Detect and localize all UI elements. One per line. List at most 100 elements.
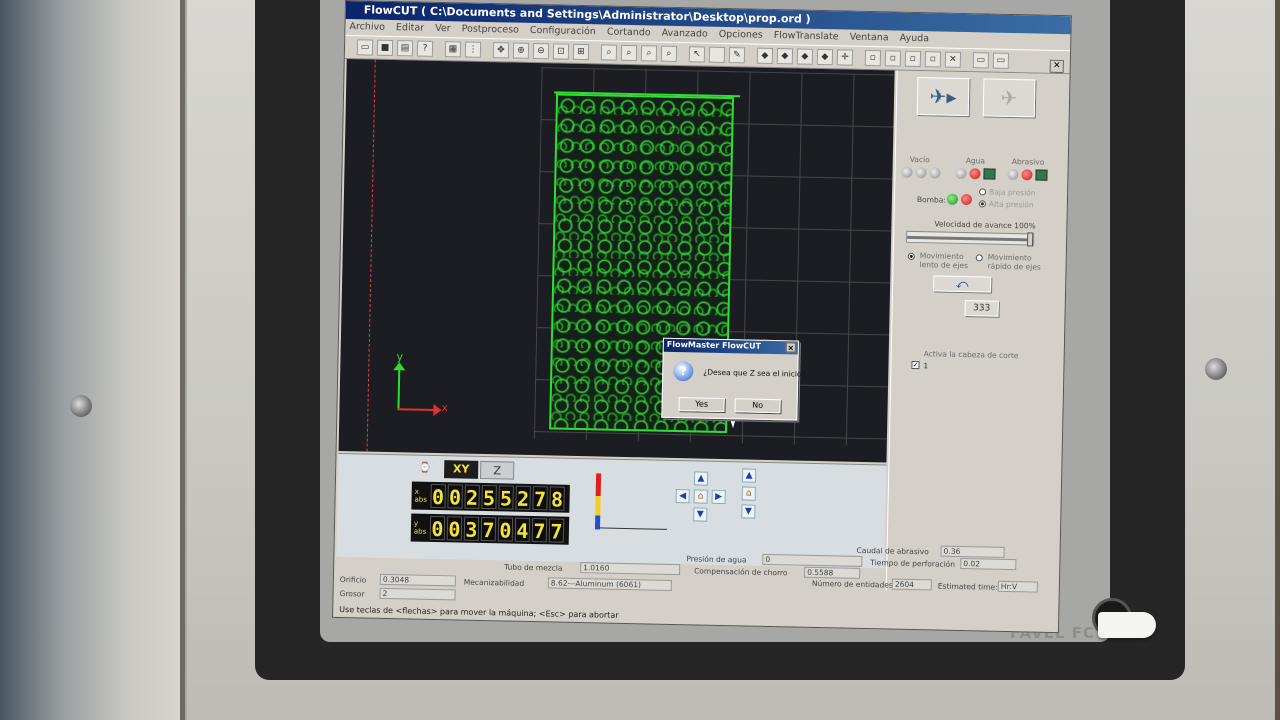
y-digit: 0 [497, 517, 514, 543]
bomba-on-icon[interactable] [946, 193, 959, 205]
tiempo-perforacion-label: Tiempo de perforación [870, 558, 956, 569]
menu-cortando[interactable]: Cortando [607, 26, 651, 38]
y-digit: 0 [429, 515, 446, 542]
cube-2-icon[interactable]: ◆ [776, 48, 794, 65]
velocidad-slider-thumb[interactable] [1026, 232, 1034, 247]
dialog-close-button[interactable]: × [785, 342, 796, 353]
no-button[interactable]: No [734, 398, 781, 414]
window-1-icon[interactable]: ▭ [972, 52, 990, 69]
tiempo-perforacion-field: 0.02 [960, 558, 1017, 571]
agua-on-icon[interactable] [955, 167, 967, 180]
tool-3-icon[interactable]: ▫ [904, 50, 922, 68]
zoom-extents-icon[interactable]: ⌕ [620, 44, 638, 62]
print-icon[interactable]: ▤ [396, 40, 414, 57]
baja-presion-radio[interactable] [979, 188, 987, 196]
tool-1-icon[interactable]: ▫ [864, 49, 882, 67]
zoom-window-icon[interactable]: ⊡ [552, 43, 570, 60]
machine-clock-icon[interactable]: ⌚ [410, 459, 440, 478]
entidades-field: 2604 [891, 578, 932, 591]
screw [70, 395, 92, 417]
jog-z-home-icon[interactable]: ⌂ [741, 486, 756, 501]
y-axis-arrow [397, 368, 401, 411]
control-panel: ✈▸ ✈ Vacío Agua Abrasivo Bomba: Baja pre… [885, 70, 1069, 595]
zoom-fit-icon[interactable]: ⌕ [600, 44, 618, 61]
window-2-icon[interactable]: ▭ [992, 52, 1010, 69]
menu-ventana[interactable]: Ventana [850, 32, 889, 44]
drawing-canvas[interactable]: y x FlowMaster FlowCUT × ? ¿Desea que Z … [338, 59, 895, 463]
bomba-off-icon[interactable] [960, 193, 973, 206]
pan-icon[interactable]: ✥ [492, 42, 510, 59]
return-home-button[interactable]: ⤺ [933, 275, 992, 293]
snap-icon[interactable]: ⋮ [464, 41, 482, 58]
baja-presion-label: Baja presión [989, 187, 1036, 198]
grid-icon[interactable]: ▦ [444, 41, 462, 58]
zoom-out-icon[interactable]: ⊖ [532, 42, 550, 60]
jog-down-icon[interactable]: ▼ [693, 507, 708, 522]
jog-z-up-icon[interactable]: ▲ [741, 468, 757, 483]
abrasivo-on-icon[interactable] [1007, 168, 1019, 181]
key[interactable] [1098, 612, 1156, 638]
cube-4-icon[interactable]: ◆ [816, 48, 834, 66]
dialog-message: ¿Desea que Z sea el inicio? [703, 367, 806, 379]
menu-archivo[interactable]: Archivo [349, 21, 385, 33]
velocidad-slider[interactable] [906, 230, 1035, 247]
jog-home-icon[interactable]: ⌂ [693, 489, 708, 504]
estimated-time-field: Hr:V [997, 580, 1038, 593]
vacio-on-icon[interactable] [901, 166, 913, 178]
zoom-all-icon[interactable]: ⊞ [572, 43, 590, 61]
tab-xy[interactable]: XY [444, 460, 479, 479]
start-cut-button[interactable]: ✈▸ [916, 77, 970, 117]
yes-button[interactable]: Yes [678, 397, 725, 413]
vacio-off-icon[interactable] [915, 166, 927, 179]
menu-configuracion[interactable]: Configuración [530, 25, 596, 37]
caudal-abrasivo-label: Caudal de abrasivo [856, 545, 929, 557]
menu-editar[interactable]: Editar [396, 22, 424, 34]
close-icon[interactable]: ✕ [1049, 59, 1064, 74]
y-digit: 0 [446, 516, 463, 542]
agua-off-icon[interactable] [969, 168, 981, 180]
tab-z[interactable]: Z [479, 460, 515, 480]
y-abs-label: y abs [413, 519, 427, 536]
alta-presion-radio[interactable] [978, 200, 986, 208]
jog-up-icon[interactable]: ▲ [693, 471, 709, 486]
cube-icon[interactable]: ◆ [756, 47, 774, 64]
mov-lento-radio[interactable] [907, 252, 915, 260]
pencil-icon[interactable]: ✎ [728, 47, 746, 64]
blank-icon[interactable] [708, 46, 726, 63]
bomba-label: Bomba: [916, 195, 946, 205]
select-icon[interactable]: ↖ [688, 46, 706, 63]
zoom-next-icon[interactable]: ⌕ [660, 45, 678, 62]
abrasivo-off-icon[interactable] [1021, 169, 1033, 181]
z-level-indicator [594, 473, 602, 530]
save-icon[interactable]: ■ [376, 39, 394, 57]
zoom-prev-icon[interactable]: ⌕ [640, 45, 658, 62]
axis-x-label: x [441, 401, 449, 415]
zoom-in-icon[interactable]: ⊕ [512, 42, 530, 59]
open-icon[interactable]: ▭ [356, 39, 374, 56]
tool-4-icon[interactable]: ▫ [924, 51, 942, 68]
help-icon[interactable]: ? [416, 40, 434, 57]
x-digit: 5 [498, 485, 514, 511]
menu-flowtranslate[interactable]: FlowTranslate [774, 30, 839, 42]
jog-z-down-icon[interactable]: ▼ [741, 504, 756, 519]
set-origin-button[interactable]: 333 [964, 300, 999, 317]
y-digit: 7 [480, 516, 497, 543]
grosor-label: Grosor [339, 589, 365, 599]
mov-rapido-radio[interactable] [975, 254, 983, 262]
target-icon[interactable]: ✛ [836, 49, 854, 66]
cube-3-icon[interactable]: ◆ [796, 48, 814, 65]
menu-ver[interactable]: Ver [435, 23, 451, 34]
tool-5-icon[interactable]: ✕ [944, 51, 962, 68]
stop-cut-button[interactable]: ✈ [982, 78, 1036, 118]
tool-2-icon[interactable]: ▫ [884, 50, 902, 67]
axis-y-label: y [396, 350, 404, 364]
tubo-mezcla-field: 1.0160 [580, 562, 681, 576]
menu-postproceso[interactable]: Postproceso [462, 23, 519, 35]
jog-right-icon[interactable]: ▶ [711, 489, 726, 505]
jog-left-icon[interactable]: ◀ [675, 489, 690, 504]
menu-avanzado[interactable]: Avanzado [662, 28, 708, 40]
cabeza-checkbox[interactable]: ✓ [911, 360, 920, 370]
menu-ayuda[interactable]: Ayuda [900, 33, 930, 45]
menu-opciones[interactable]: Opciones [719, 29, 763, 41]
cabeza-checkbox-label: 1 [923, 361, 929, 371]
